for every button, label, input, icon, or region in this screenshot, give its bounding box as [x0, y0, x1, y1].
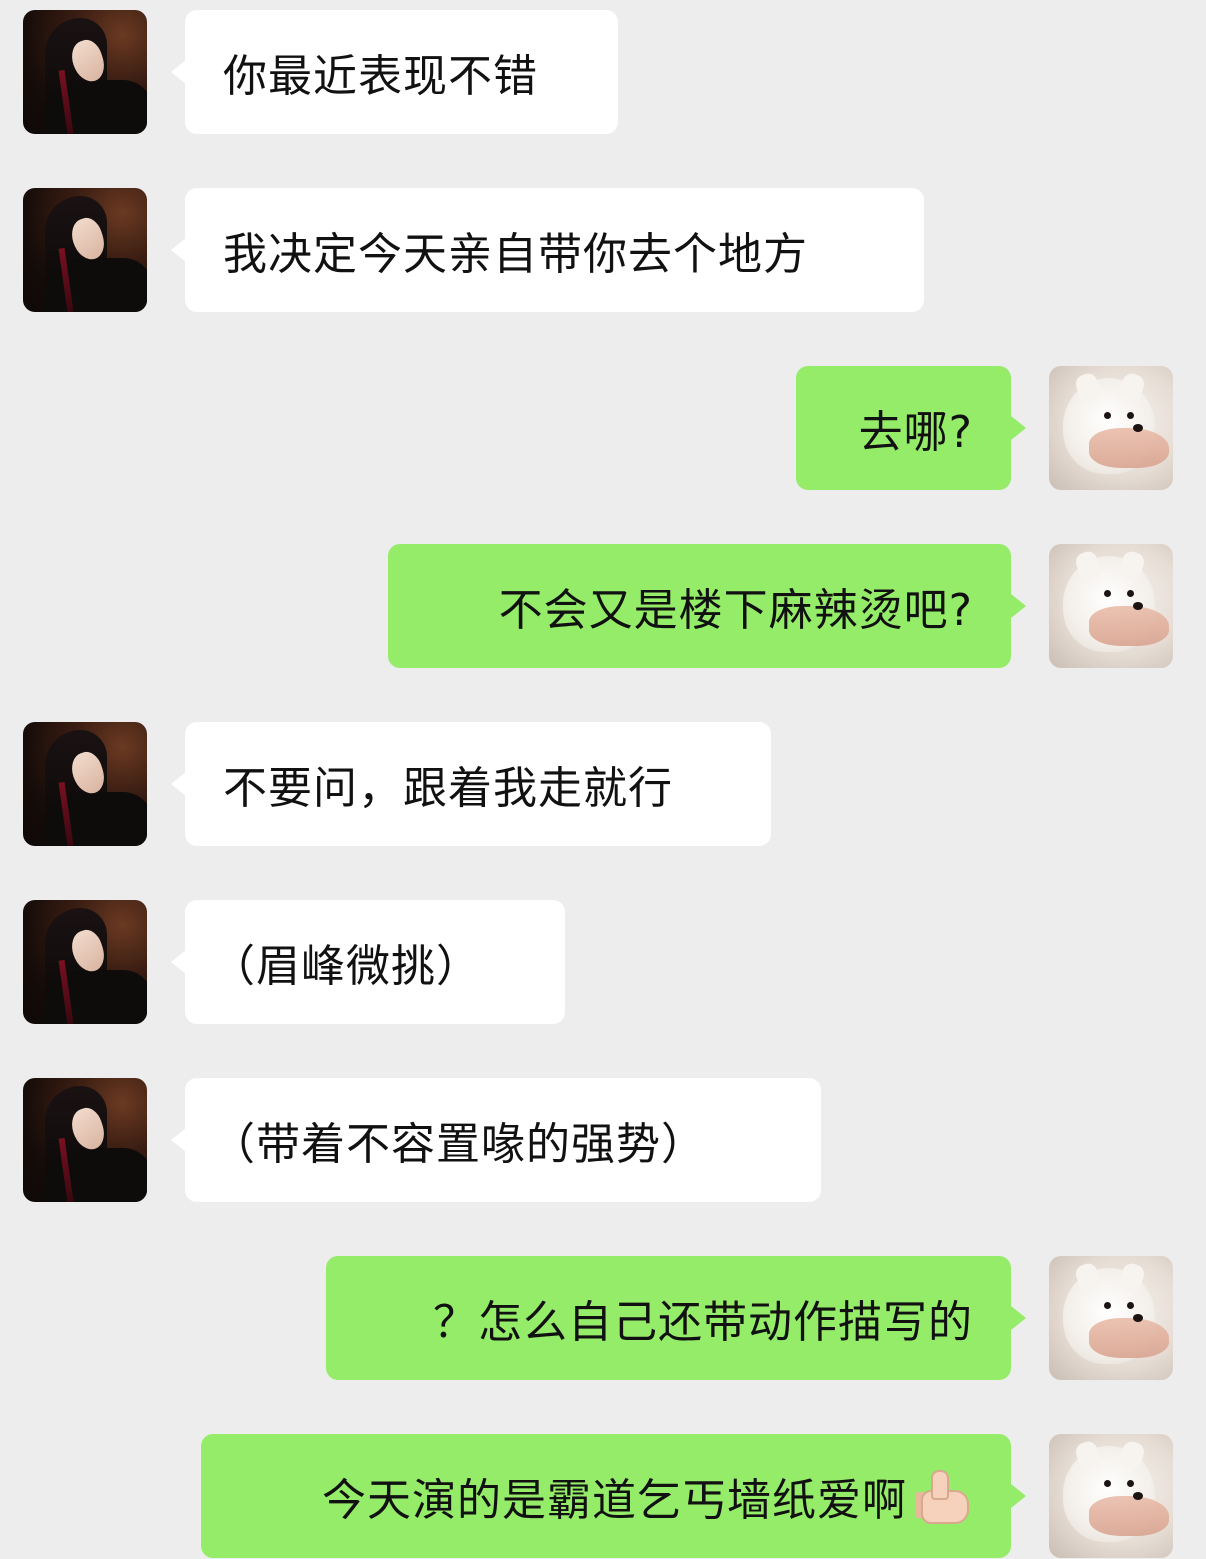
incoming-message-bubble[interactable]: 不要问，跟着我走就行	[185, 722, 771, 846]
message-text: 不要问，跟着我走就行	[223, 763, 673, 814]
message-row: ？怎么自己还带动作描写的	[0, 1256, 1206, 1380]
my-avatar[interactable]	[1049, 544, 1173, 668]
message-row: （带着不容置喙的强势）	[0, 1078, 1206, 1202]
incoming-message-bubble[interactable]: 我决定今天亲自带你去个地方	[185, 188, 924, 312]
message-text: 你最近表现不错	[223, 51, 538, 102]
chat-area[interactable]: 你最近表现不错 我决定今天亲自带你去个地方 去哪? 不会又是楼下麻辣烫吧? 不要…	[0, 0, 1206, 1559]
contact-avatar[interactable]	[23, 722, 147, 846]
contact-avatar[interactable]	[23, 900, 147, 1024]
message-row: 不会又是楼下麻辣烫吧?	[0, 544, 1206, 668]
message-row: 我决定今天亲自带你去个地方	[0, 188, 1206, 312]
incoming-message-bubble[interactable]: 你最近表现不错	[185, 10, 618, 134]
message-row: 今天演的是霸道乞丐墙纸爱啊	[0, 1434, 1206, 1558]
message-row: （眉峰微挑）	[0, 900, 1206, 1024]
message-text: （眉峰微挑）	[211, 941, 481, 992]
my-avatar[interactable]	[1049, 1434, 1173, 1558]
message-text: 去哪?	[858, 407, 973, 458]
incoming-message-bubble[interactable]: （眉峰微挑）	[185, 900, 565, 1024]
message-text: 今天演的是霸道乞丐墙纸爱啊	[322, 1475, 907, 1526]
outgoing-message-bubble[interactable]: 今天演的是霸道乞丐墙纸爱啊	[201, 1434, 1011, 1558]
message-text: ？怎么自己还带动作描写的	[433, 1297, 973, 1348]
message-row: 你最近表现不错	[0, 10, 1206, 134]
message-row: 去哪?	[0, 366, 1206, 490]
message-row: 不要问，跟着我走就行	[0, 722, 1206, 846]
incoming-message-bubble[interactable]: （带着不容置喙的强势）	[185, 1078, 821, 1202]
thumbs-up-icon	[915, 1468, 971, 1524]
outgoing-message-bubble[interactable]: 去哪?	[796, 366, 1011, 490]
my-avatar[interactable]	[1049, 1256, 1173, 1380]
contact-avatar[interactable]	[23, 10, 147, 134]
my-avatar[interactable]	[1049, 366, 1173, 490]
outgoing-message-bubble[interactable]: 不会又是楼下麻辣烫吧?	[388, 544, 1011, 668]
message-text: 我决定今天亲自带你去个地方	[223, 229, 808, 280]
message-text: （带着不容置喙的强势）	[211, 1119, 706, 1170]
contact-avatar[interactable]	[23, 188, 147, 312]
message-text: 不会又是楼下麻辣烫吧?	[498, 585, 973, 636]
contact-avatar[interactable]	[23, 1078, 147, 1202]
outgoing-message-bubble[interactable]: ？怎么自己还带动作描写的	[326, 1256, 1011, 1380]
